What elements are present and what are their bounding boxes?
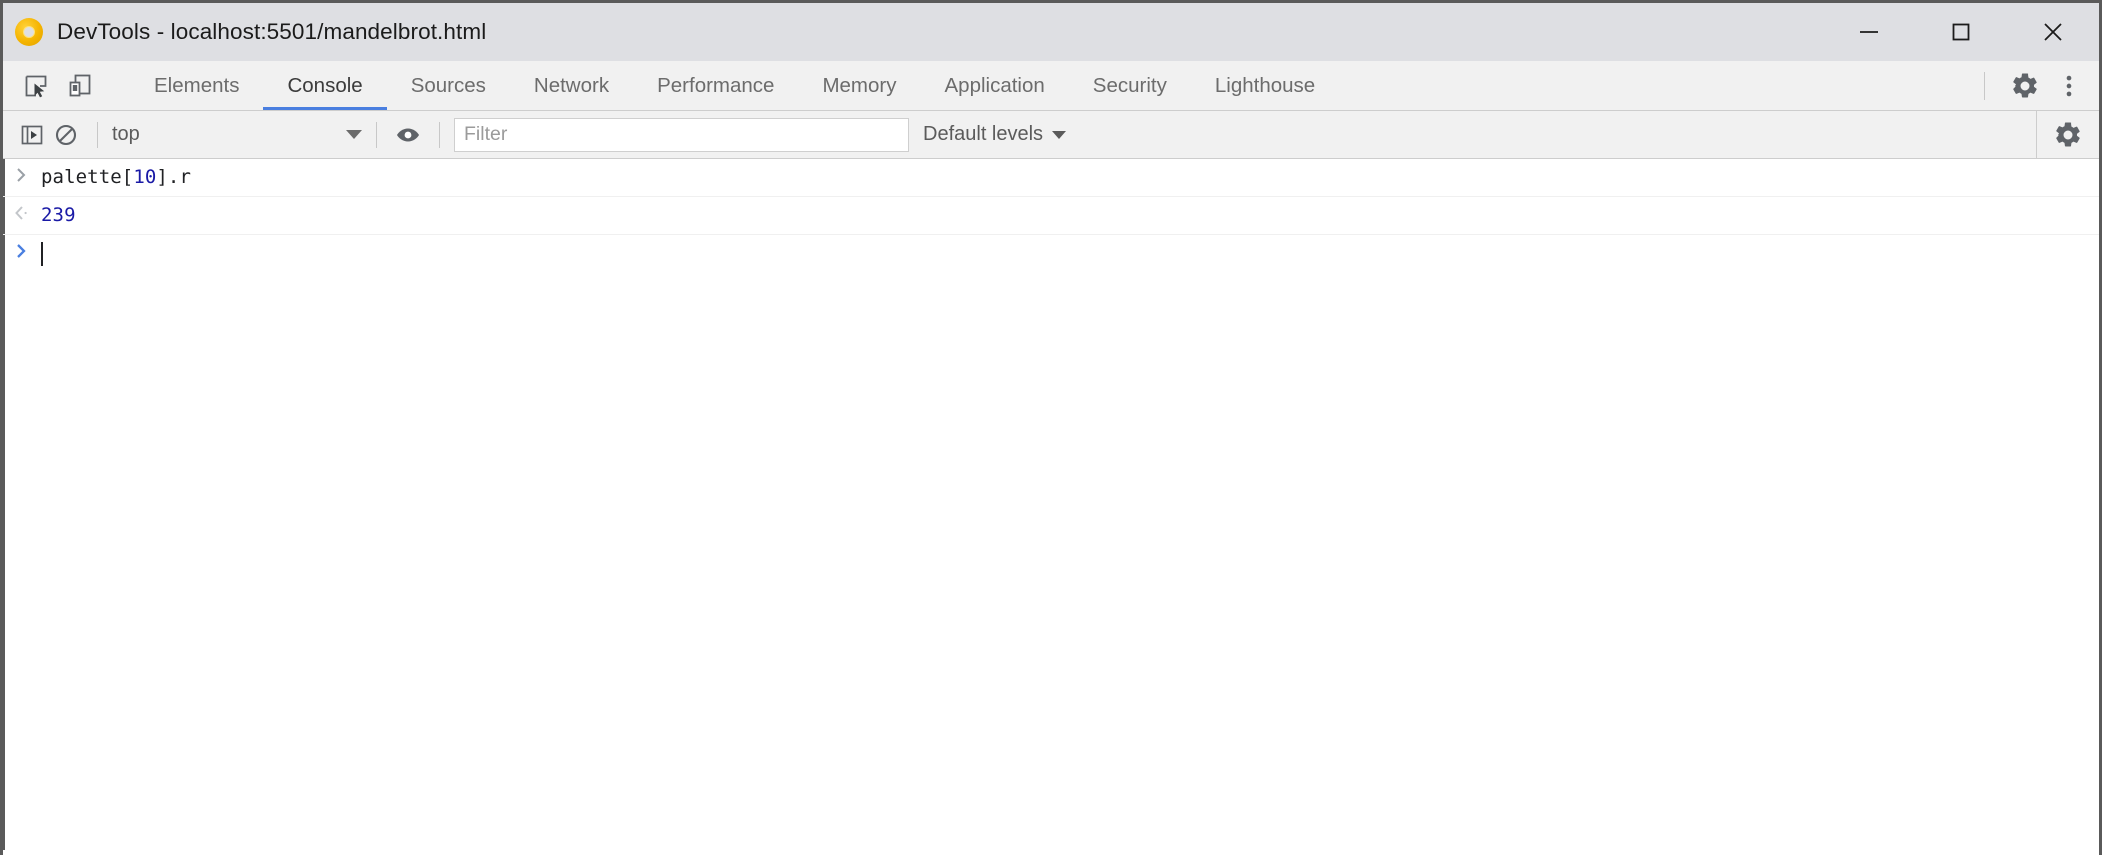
tab-label: Elements xyxy=(154,74,239,98)
tab-console[interactable]: Console xyxy=(263,61,386,110)
more-options-button[interactable] xyxy=(2047,64,2091,108)
settings-gear-icon xyxy=(2010,71,2040,101)
input-part-number: 10 xyxy=(133,166,156,188)
console-toolbar-right xyxy=(2036,111,2099,159)
chrome-canary-icon xyxy=(15,18,43,46)
chevron-left-icon xyxy=(13,204,31,222)
tab-lighthouse[interactable]: Lighthouse xyxy=(1191,61,1339,110)
devtools-tab-strip: Elements Console Sources Network Perform… xyxy=(3,61,2099,111)
execution-context-value: top xyxy=(112,123,346,146)
maximize-button[interactable] xyxy=(1915,3,2007,61)
tab-application[interactable]: Application xyxy=(921,61,1069,110)
console-toolbar: top Filter Default levels xyxy=(3,111,2099,159)
tab-security[interactable]: Security xyxy=(1069,61,1191,110)
close-icon xyxy=(2039,18,2067,46)
tab-label: Lighthouse xyxy=(1215,74,1315,98)
live-expression-button[interactable] xyxy=(391,118,425,152)
tab-strip-actions xyxy=(1978,61,2099,110)
console-result-row[interactable]: 239 xyxy=(3,197,2099,235)
console-filter-input[interactable]: Filter xyxy=(454,118,909,152)
tab-label: Sources xyxy=(411,74,486,98)
console-sidebar-button[interactable] xyxy=(15,118,49,152)
tab-label: Network xyxy=(534,74,609,98)
chevron-down-icon xyxy=(1052,131,1066,139)
console-message-list[interactable]: palette[10].r 239 xyxy=(3,159,2099,855)
log-levels-label: Default levels xyxy=(923,123,1043,146)
console-input-echo-row[interactable]: palette[10].r xyxy=(3,159,2099,197)
log-levels-select[interactable]: Default levels xyxy=(923,123,1066,146)
tab-performance[interactable]: Performance xyxy=(633,61,798,110)
device-toolbar-icon xyxy=(66,72,94,100)
settings-gear-icon xyxy=(2053,120,2083,150)
minimize-icon xyxy=(1856,19,1882,45)
input-part-plain-tail: ].r xyxy=(156,166,191,188)
tab-label: Application xyxy=(945,74,1045,98)
console-sidebar-icon xyxy=(19,122,45,148)
console-prompt-row[interactable] xyxy=(3,235,2099,273)
input-chevron-icon xyxy=(3,164,41,184)
chevron-right-icon xyxy=(14,242,30,260)
toolbar-separator-2 xyxy=(376,122,377,148)
execution-context-select[interactable]: top xyxy=(112,118,362,152)
eye-icon xyxy=(394,121,422,149)
minimize-button[interactable] xyxy=(1823,3,1915,61)
actions-separator xyxy=(1984,72,1985,100)
devtools-window: DevTools - localhost:5501/mandelbrot.htm… xyxy=(0,0,2102,855)
title-bar: DevTools - localhost:5501/mandelbrot.htm… xyxy=(3,3,2099,61)
text-cursor xyxy=(41,242,43,266)
tab-label: Console xyxy=(287,74,362,98)
clear-console-button[interactable] xyxy=(49,118,83,152)
more-options-icon xyxy=(2055,72,2083,100)
console-settings-button[interactable] xyxy=(2051,118,2085,152)
toolbar-separator-1 xyxy=(97,122,98,148)
chevron-down-icon xyxy=(346,130,362,139)
chevron-right-icon xyxy=(14,166,30,184)
console-prompt-input[interactable] xyxy=(41,240,43,266)
tab-network[interactable]: Network xyxy=(510,61,633,110)
inspect-element-icon xyxy=(22,72,50,100)
result-chevron-icon xyxy=(3,202,41,222)
clear-console-icon xyxy=(53,122,79,148)
filter-placeholder: Filter xyxy=(464,123,507,146)
console-result-value: 239 xyxy=(41,202,76,228)
console-input-text: palette[10].r xyxy=(41,164,191,190)
input-part-plain: palette[ xyxy=(41,166,133,188)
inspect-element-button[interactable] xyxy=(17,67,55,105)
horizontal-scrollbar[interactable] xyxy=(3,850,2099,855)
device-toolbar-button[interactable] xyxy=(61,67,99,105)
tab-label: Performance xyxy=(657,74,774,98)
window-title: DevTools - localhost:5501/mandelbrot.htm… xyxy=(57,19,486,45)
tab-memory[interactable]: Memory xyxy=(798,61,920,110)
close-button[interactable] xyxy=(2007,3,2099,61)
toolbar-separator-3 xyxy=(439,122,440,148)
tab-elements[interactable]: Elements xyxy=(130,61,263,110)
tab-label: Memory xyxy=(822,74,896,98)
devtools-settings-button[interactable] xyxy=(2003,64,2047,108)
tab-strip-tools xyxy=(3,61,130,110)
tab-label: Security xyxy=(1093,74,1167,98)
maximize-icon xyxy=(1948,19,1974,45)
panel-tabs: Elements Console Sources Network Perform… xyxy=(130,61,1978,110)
tab-sources[interactable]: Sources xyxy=(387,61,510,110)
prompt-chevron-icon xyxy=(3,240,41,260)
window-controls xyxy=(1823,3,2099,61)
